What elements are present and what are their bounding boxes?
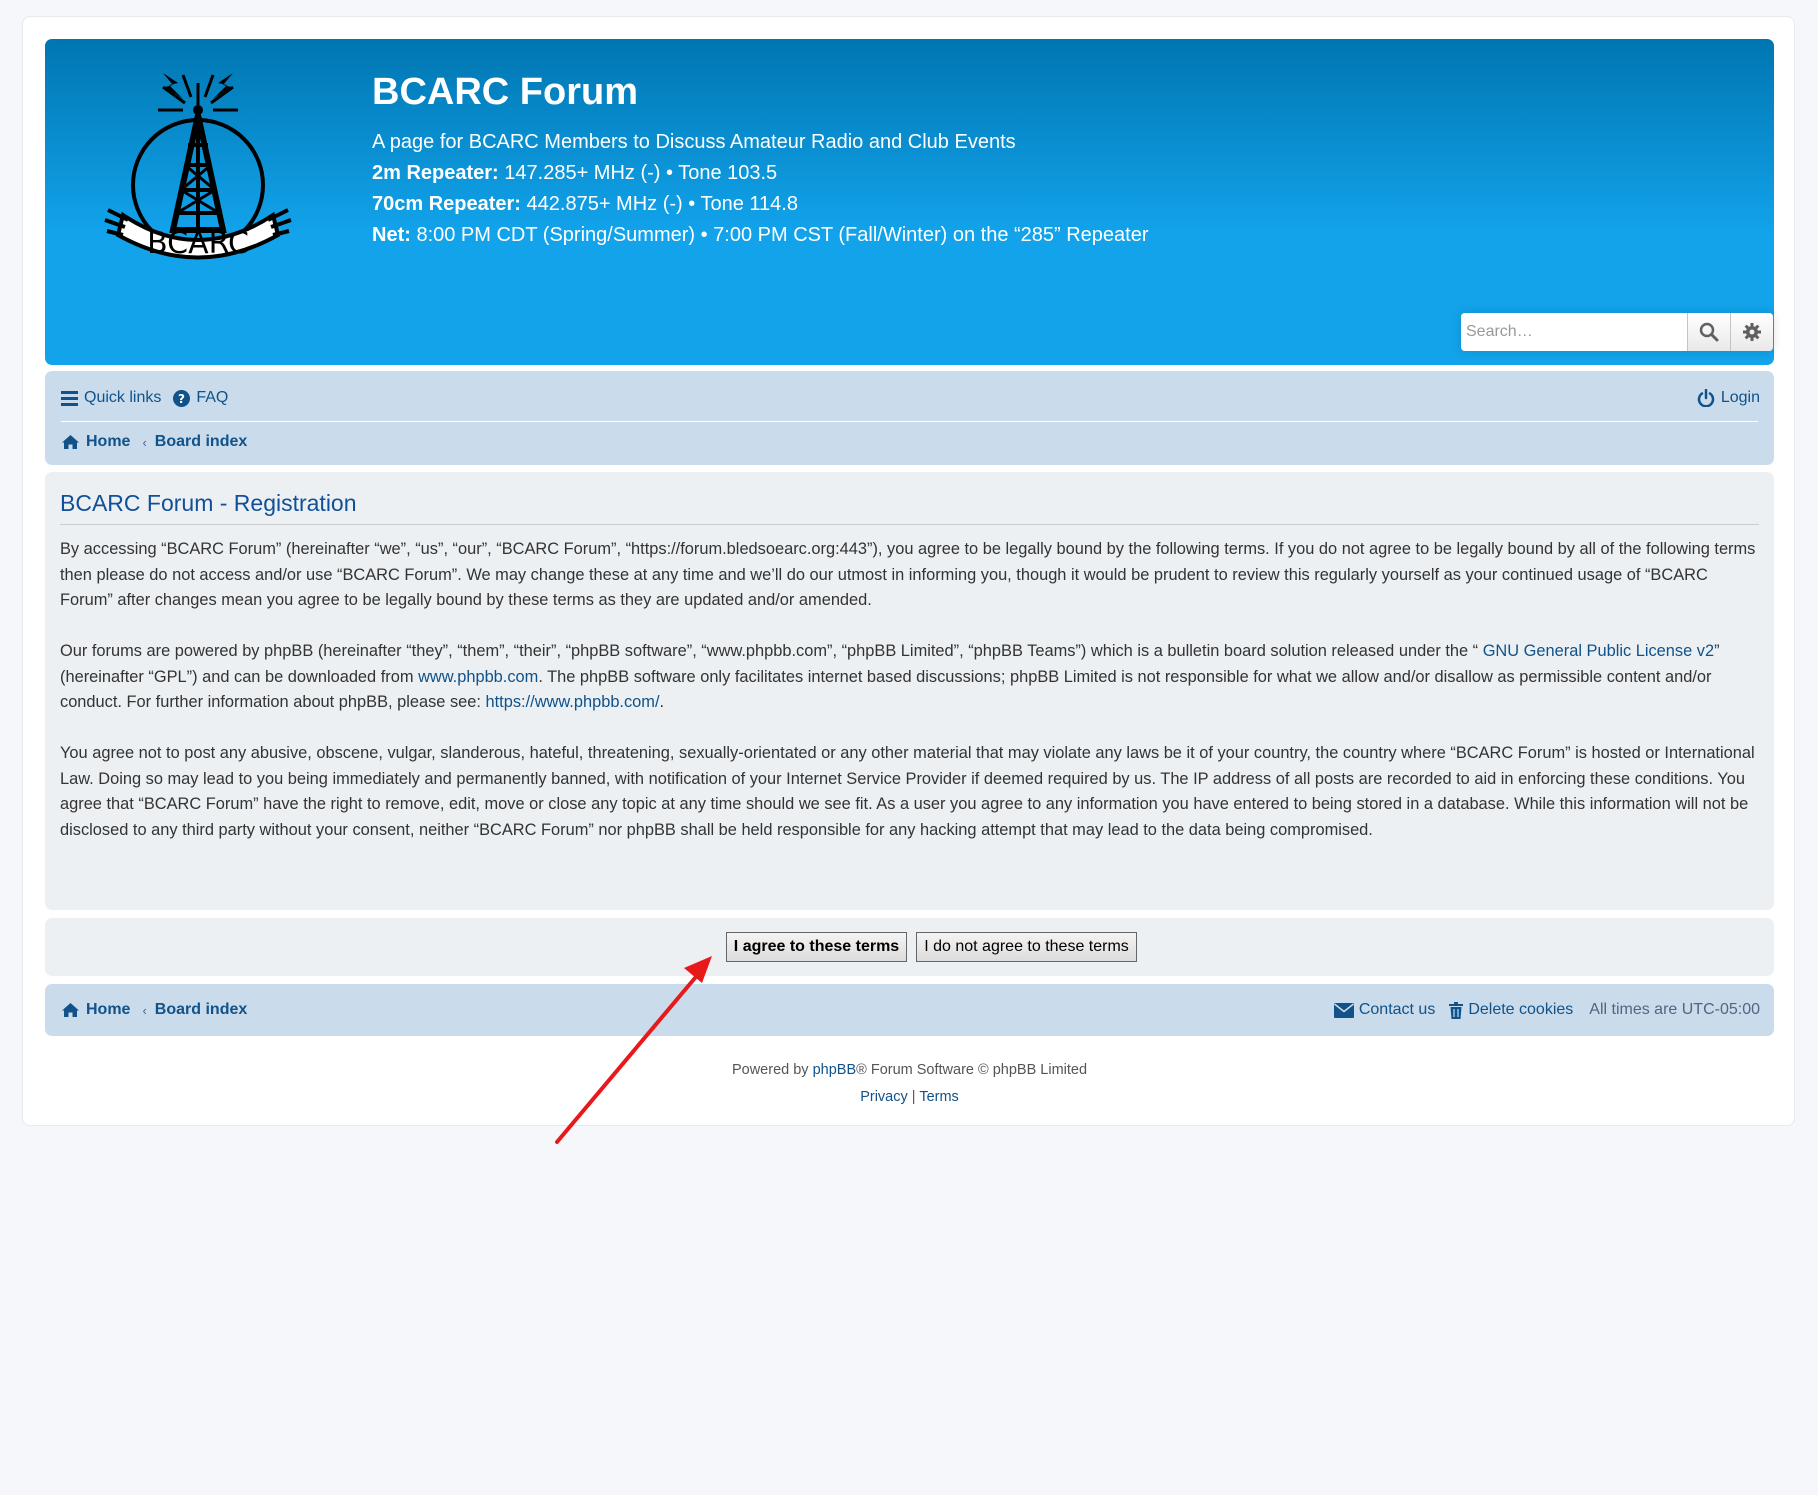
- logo-text: BCARC: [147, 226, 249, 261]
- contact-us-label: Contact us: [1358, 1001, 1436, 1018]
- page-title: BCARC Forum - Registration: [60, 490, 357, 516]
- advanced-search-button[interactable]: [1730, 313, 1773, 351]
- terms-text: By accessing “BCARC Forum” (hereinafter …: [60, 537, 1760, 869]
- power-icon: [1697, 389, 1715, 407]
- contact-us-link[interactable]: Contact us: [1333, 1001, 1436, 1019]
- disagree-button[interactable]: I do not agree to these terms: [916, 932, 1137, 962]
- phpbb-site-link[interactable]: https://www.phpbb.com/: [486, 693, 660, 711]
- question-circle-icon: ?: [173, 389, 191, 407]
- footer-home-label: Home: [86, 1001, 131, 1018]
- breadcrumb-separator: ‹: [142, 434, 147, 450]
- powered-by-line: Powered by phpBB® Forum Software © phpBB…: [731, 1062, 1088, 1078]
- terms-paragraph-3: You agree not to post any abusive, obsce…: [60, 744, 1755, 839]
- delete-cookies-link[interactable]: Delete cookies: [1449, 1001, 1573, 1019]
- gear-icon: [1743, 323, 1761, 341]
- page-wrapper: BCARC BCARC Forum A page for BCARC Membe…: [22, 16, 1795, 1126]
- timezone-info: All times are UTC-05:00: [1589, 1001, 1760, 1018]
- footer-links: Contact us Delete cookies All times are …: [1326, 997, 1760, 1023]
- breadcrumb: Home ‹ Board index: [61, 429, 247, 455]
- home-icon: [62, 435, 79, 449]
- breadcrumb-home[interactable]: Home: [61, 433, 130, 451]
- site-logo[interactable]: BCARC: [103, 65, 293, 265]
- navbar-divider: [61, 421, 1758, 422]
- footer-home-link[interactable]: Home: [61, 1001, 130, 1019]
- gpl-link[interactable]: GNU General Public License v2: [1483, 642, 1714, 660]
- terms-link[interactable]: Terms: [919, 1089, 958, 1105]
- footer-navbar: Home ‹ Board index Contact us Delete coo…: [45, 984, 1774, 1036]
- quick-links-menu[interactable]: Quick links: [61, 389, 161, 407]
- breadcrumb-separator: ‹: [142, 1002, 147, 1018]
- breadcrumb-board-index[interactable]: Board index: [155, 433, 247, 451]
- net-line: Net: 8:00 PM CDT (Spring/Summer) • 7:00 …: [372, 224, 1149, 246]
- terms-buttons-panel: I agree to these terms I do not agree to…: [45, 918, 1774, 976]
- quick-links-label: Quick links: [84, 389, 162, 406]
- breadcrumb-home-label: Home: [86, 433, 131, 450]
- privacy-link[interactable]: Privacy: [860, 1089, 908, 1105]
- phpbb-link[interactable]: phpBB: [813, 1062, 857, 1078]
- phpbb-download-link[interactable]: www.phpbb.com: [418, 668, 538, 686]
- site-tagline: A page for BCARC Members to Discuss Amat…: [372, 131, 1016, 153]
- registration-panel: BCARC Forum - Registration By accessing …: [45, 472, 1774, 910]
- footer-breadcrumb: Home ‹ Board index: [61, 997, 247, 1023]
- svg-text:?: ?: [178, 392, 185, 406]
- search-input[interactable]: [1461, 313, 1687, 351]
- terms-paragraph-1: By accessing “BCARC Forum” (hereinafter …: [60, 540, 1756, 609]
- quick-nav: Quick links ? FAQ: [61, 385, 240, 411]
- site-title: BCARC Forum: [372, 71, 638, 113]
- envelope-icon: [1333, 1002, 1354, 1018]
- home-icon: [62, 1003, 79, 1017]
- search-box: [1461, 313, 1773, 351]
- agree-button[interactable]: I agree to these terms: [726, 932, 907, 962]
- faq-label: FAQ: [196, 389, 229, 406]
- navbar: Quick links ? FAQ Login Home ‹ Board ind…: [45, 371, 1774, 465]
- delete-cookies-label: Delete cookies: [1468, 1001, 1574, 1018]
- search-button[interactable]: [1687, 313, 1730, 351]
- repeater-2m-line: 2m Repeater: 147.285+ MHz (-) • Tone 103…: [372, 162, 778, 184]
- repeater-70cm-line: 70cm Repeater: 442.875+ MHz (-) • Tone 1…: [372, 193, 798, 215]
- terms-paragraph-2: Our forums are powered by phpBB (hereina…: [60, 642, 1720, 711]
- trash-icon: [1449, 1001, 1464, 1019]
- title-divider: [60, 524, 1759, 525]
- policy-links: Privacy | Terms: [860, 1089, 959, 1105]
- header-bar: BCARC BCARC Forum A page for BCARC Membe…: [45, 39, 1774, 365]
- login-label: Login: [1720, 389, 1760, 406]
- copyright: Powered by phpBB® Forum Software © phpBB…: [23, 1057, 1796, 1111]
- footer-board-index-link[interactable]: Board index: [155, 1001, 247, 1019]
- search-icon: [1699, 322, 1719, 342]
- faq-link[interactable]: ? FAQ: [173, 389, 228, 407]
- site-description: A page for BCARC Members to Discuss Amat…: [372, 127, 1149, 251]
- hamburger-icon: [61, 391, 78, 406]
- login-link[interactable]: Login: [1697, 385, 1760, 411]
